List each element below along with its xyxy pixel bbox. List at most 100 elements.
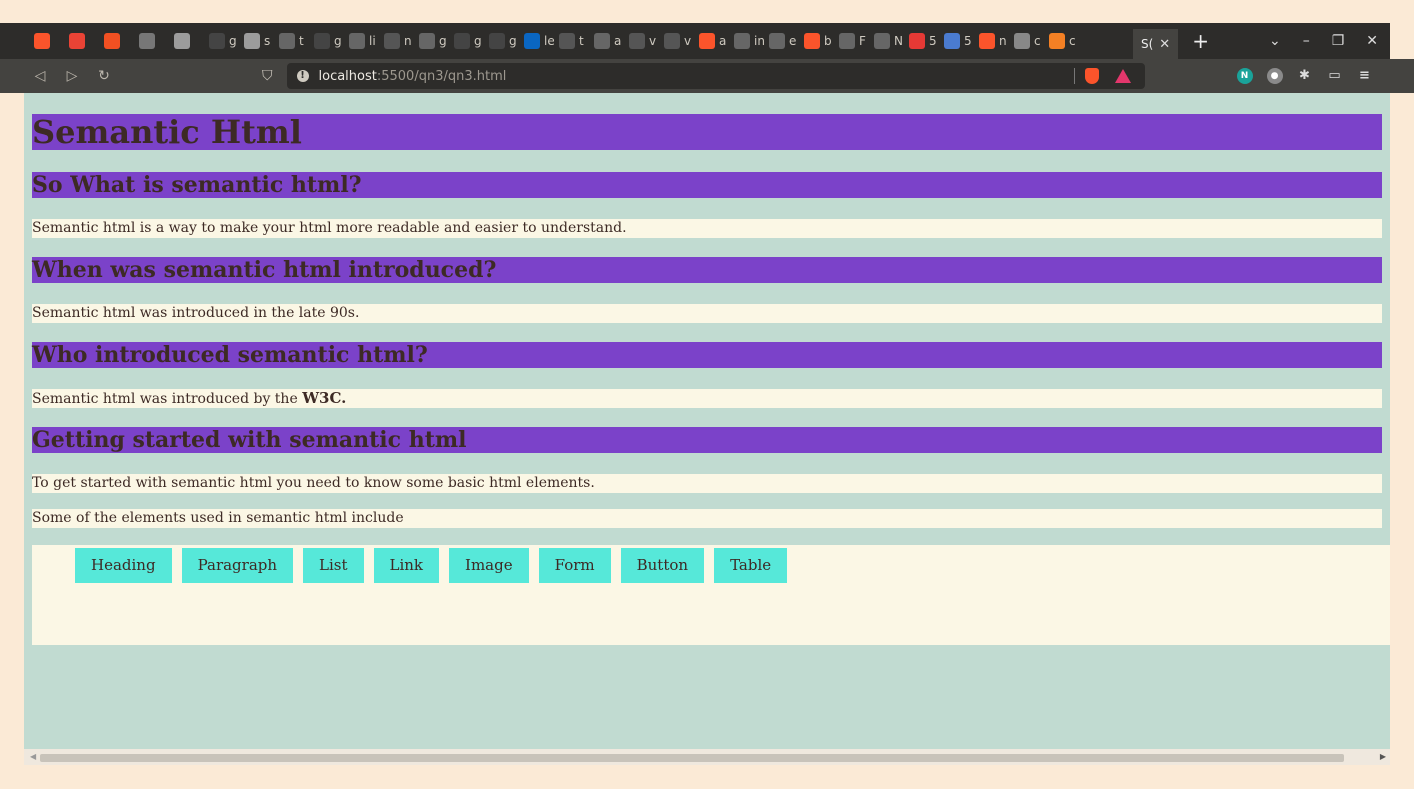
tab-title: g (509, 34, 517, 48)
section-text-plain: Semantic html was introduced by the (32, 391, 303, 407)
brave-shields-icon[interactable] (1084, 68, 1099, 84)
elements-intro-text: Some of the elements used in semantic ht… (32, 509, 1382, 528)
tab-title: g (334, 34, 342, 48)
browser-tab[interactable] (32, 23, 67, 59)
browser-tab[interactable]: li (347, 23, 382, 59)
browser-tab[interactable]: g (452, 23, 487, 59)
dash-icon (839, 33, 855, 49)
tab-strip: g s t g li n g g g le t a v v a in e b F N 5 5 n c c S( ✕ + ⌄ – … (24, 23, 1390, 59)
extensions-puzzle-icon[interactable]: ✱ (1297, 68, 1313, 84)
page-content: Semantic Html So What is semantic html? … (32, 114, 1390, 645)
browser-tab[interactable]: c (1047, 23, 1082, 59)
tab-title: N (894, 34, 903, 48)
address-bar[interactable]: ! localhost :5500/qn3/qn3.html (286, 63, 1145, 89)
browser-tab[interactable]: n (382, 23, 417, 59)
element-button-link[interactable]: Link (373, 548, 440, 583)
browser-tab[interactable]: c (1012, 23, 1047, 59)
globe-icon (594, 33, 610, 49)
tab-title: F (859, 34, 866, 48)
info-icon[interactable]: ! (296, 70, 309, 82)
owl-extension-icon[interactable]: ● (1266, 68, 1283, 84)
chrome-icon (244, 33, 260, 49)
forward-icon[interactable]: ▷ (56, 68, 88, 84)
browser-tab[interactable]: 5 (942, 23, 977, 59)
tab-title: a (614, 34, 622, 48)
active-tab[interactable]: S( ✕ (1132, 29, 1179, 59)
github-icon (489, 33, 505, 49)
page-viewport: Semantic Html So What is semantic html? … (24, 93, 1390, 749)
browser-tab[interactable] (67, 23, 102, 59)
scroll-right-icon[interactable]: ▶ (1380, 752, 1386, 761)
scroll-left-icon[interactable]: ◀ (30, 752, 36, 761)
browser-tab[interactable] (137, 23, 172, 59)
browser-tab[interactable]: s (242, 23, 277, 59)
menu-icon[interactable]: ≡ (1357, 68, 1373, 84)
browser-tab[interactable]: N (872, 23, 907, 59)
restore-icon[interactable]: ❐ (1332, 33, 1345, 49)
section-heading: Who introduced semantic html? (32, 342, 1382, 368)
bookmark-icon[interactable]: ⛉ (262, 68, 273, 84)
github-icon (209, 33, 225, 49)
browser-tab[interactable]: F (837, 23, 872, 59)
scrollbar-thumb[interactable] (40, 754, 1344, 762)
brave-icon (804, 33, 820, 49)
minimize-icon[interactable]: – (1303, 33, 1310, 49)
tabbar-edge (0, 23, 24, 59)
tab-title: c (1069, 34, 1076, 48)
wallet-icon[interactable]: ▭ (1327, 68, 1343, 84)
element-button-list[interactable]: List (303, 548, 364, 583)
element-button-table[interactable]: Table (714, 548, 788, 583)
element-button-button[interactable]: Button (620, 548, 705, 583)
browser-tab[interactable]: in (732, 23, 767, 59)
doc-icon (1014, 33, 1030, 49)
browser-tab[interactable]: g (312, 23, 347, 59)
element-button-form[interactable]: Form (538, 548, 611, 583)
linkedin-icon (524, 33, 540, 49)
globe-icon (874, 33, 890, 49)
browser-tab[interactable] (102, 23, 137, 59)
section-text: Semantic html was introduced by the W3C. (32, 389, 1382, 408)
microsoft-icon (104, 33, 120, 49)
section-heading: So What is semantic html? (32, 172, 1382, 198)
browser-tab[interactable]: a (592, 23, 627, 59)
close-icon[interactable]: ✕ (1159, 37, 1170, 52)
section-text: Semantic html was introduced in the late… (32, 304, 1382, 323)
element-button-heading[interactable]: Heading (75, 548, 172, 583)
tab-list-chevron-icon[interactable]: ⌄ (1269, 33, 1281, 49)
browser-tab[interactable]: b (802, 23, 837, 59)
new-tab-icon[interactable]: + (1192, 29, 1209, 53)
getting-started-heading: Getting started with semantic html (32, 427, 1382, 453)
browser-tab[interactable]: n (977, 23, 1012, 59)
browser-tab[interactable]: v (627, 23, 662, 59)
reload-icon[interactable]: ↻ (88, 68, 120, 84)
tabs-container: g s t g li n g g g le t a v v a in e b F N 5 5 n c c (24, 23, 1133, 59)
section-text: Semantic html is a way to make your html… (32, 219, 1382, 238)
browser-tab[interactable]: t (277, 23, 312, 59)
browser-tab[interactable]: g (487, 23, 522, 59)
browser-tab[interactable]: e (767, 23, 802, 59)
n-extension-icon[interactable]: N (1236, 68, 1253, 84)
element-button-paragraph[interactable]: Paragraph (181, 548, 294, 583)
browser-tab[interactable]: g (207, 23, 242, 59)
stackoverflow-icon (1049, 33, 1065, 49)
element-button-image[interactable]: Image (449, 548, 529, 583)
browser-tab[interactable]: v (662, 23, 697, 59)
browser-tab[interactable]: 5 (907, 23, 942, 59)
browser-tab[interactable]: g (417, 23, 452, 59)
browser-tab[interactable] (172, 23, 207, 59)
tab-title: s (264, 34, 271, 48)
browser-tab[interactable]: t (557, 23, 592, 59)
brave-rewards-icon[interactable] (1114, 69, 1131, 83)
page-title: Semantic Html (32, 114, 1382, 150)
github-icon (454, 33, 470, 49)
url-path: :5500/qn3/qn3.html (376, 68, 507, 84)
stack-icon (734, 33, 750, 49)
tab-title: in (754, 34, 764, 48)
tab-title: 5 (964, 34, 972, 48)
horizontal-scrollbar[interactable]: ◀ ▶ (24, 749, 1390, 765)
window-close-icon[interactable]: ✕ (1366, 33, 1378, 49)
globe-icon (279, 33, 295, 49)
browser-tab[interactable]: le (522, 23, 557, 59)
browser-tab[interactable]: a (697, 23, 732, 59)
back-icon[interactable]: ◁ (24, 68, 56, 84)
